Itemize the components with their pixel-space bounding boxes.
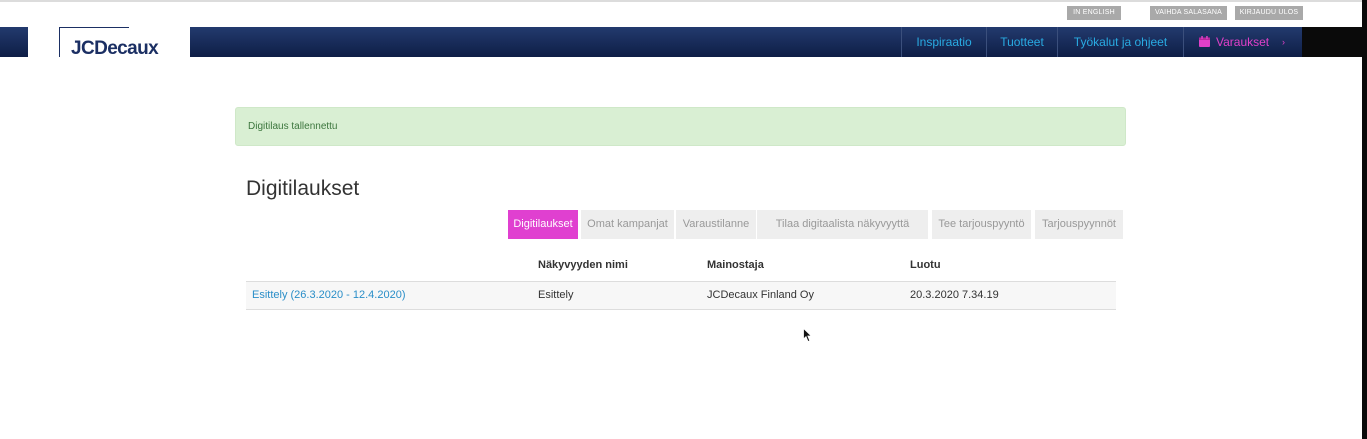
tab-tarjouspyynnot[interactable]: Tarjouspyynnöt xyxy=(1035,210,1123,239)
nav-item-tuotteet[interactable]: Tuotteet xyxy=(987,27,1057,57)
column-header-created: Luotu xyxy=(910,259,941,271)
tab-omat-kampanjat[interactable]: Omat kampanjat xyxy=(581,210,674,239)
change-password-link[interactable]: VAIHDA SALASANA xyxy=(1150,6,1227,20)
logo-frame-vertical xyxy=(59,28,60,57)
logo-frame-horizontal xyxy=(59,27,129,28)
brand-logo[interactable]: JCDecaux xyxy=(71,38,159,60)
logout-link[interactable]: KIRJAUDU ULOS xyxy=(1235,6,1303,20)
page-title: Digitilaukset xyxy=(246,177,360,200)
nav-item-inspiraatio[interactable]: Inspiraatio xyxy=(902,27,986,57)
nav-end xyxy=(1302,27,1362,57)
tab-varaustilanne[interactable]: Varaustilanne xyxy=(676,210,756,239)
column-header-advertiser: Mainostaja xyxy=(707,259,764,271)
nav-band-left xyxy=(0,27,28,57)
nav-separator xyxy=(1183,27,1184,57)
alert-message: Digitilaus tallennettu xyxy=(248,121,338,132)
table-cell-advertiser: JCDecaux Finland Oy xyxy=(707,289,814,301)
column-header-name: Näkyvyyden nimi xyxy=(538,259,628,271)
table-cell-name: Esittely xyxy=(538,289,574,301)
top-border xyxy=(0,0,1362,2)
tab-tee-tarjouspyynto[interactable]: Tee tarjouspyyntö xyxy=(932,210,1031,239)
success-alert: Digitilaus tallennettu xyxy=(235,107,1126,146)
nav-item-varaukset[interactable]: Varaukset xyxy=(1216,27,1276,57)
tab-tilaa-digitaalista[interactable]: Tilaa digitaalista näkyvyyttä xyxy=(757,210,928,239)
calendar-icon xyxy=(1199,36,1210,47)
chevron-right-icon: › xyxy=(1282,37,1285,47)
nav-item-tyokalut[interactable]: Työkalut ja ohjeet xyxy=(1058,27,1183,57)
order-link[interactable]: Esittely (26.3.2020 - 12.4.2020) xyxy=(252,282,405,309)
english-link[interactable]: IN ENGLISH xyxy=(1067,6,1121,20)
table-cell-created: 20.3.2020 7.34.19 xyxy=(910,289,999,301)
tab-digitilaukset[interactable]: Digitilaukset xyxy=(508,210,578,239)
window-edge xyxy=(1362,0,1367,439)
mouse-cursor-icon xyxy=(803,328,813,343)
